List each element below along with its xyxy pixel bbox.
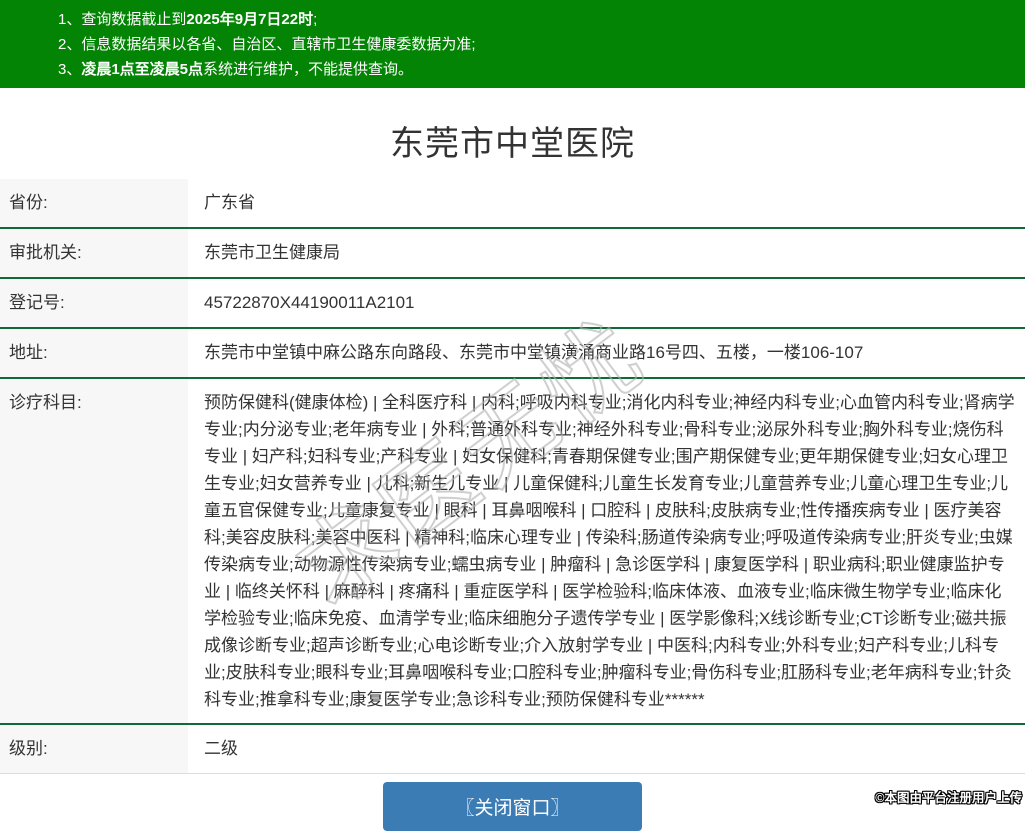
notice-text-bold: 凌晨1点至凌晨5点 bbox=[81, 61, 203, 78]
info-label: 省份: bbox=[0, 179, 188, 227]
info-label: 审批机关: bbox=[0, 229, 188, 277]
hospital-info-table: 省份: 广东省 审批机关: 东莞市卫生健康局 登记号: 45722870X441… bbox=[0, 179, 1025, 774]
notice-text: 查询数据截止到 bbox=[81, 11, 186, 28]
info-label: 级别: bbox=[0, 725, 188, 773]
info-row-medical-departments: 诊疗科目: 预防保健科(健康体检) | 全科医疗科 | 内科;呼吸内科专业;消化… bbox=[0, 379, 1025, 725]
info-value: 二级 bbox=[188, 725, 1025, 773]
button-row: 〖关闭窗口〗 bbox=[0, 782, 1025, 831]
info-value: 45722870X44190011A2101 bbox=[188, 279, 1025, 327]
info-label: 地址: bbox=[0, 329, 188, 377]
info-value: 广东省 bbox=[188, 179, 1025, 227]
page-title: 东莞市中堂医院 bbox=[0, 116, 1025, 165]
notice-number: 3、 bbox=[58, 61, 81, 78]
notice-banner: 1、查询数据截止到2025年9月7日22时; 2、信息数据结果以各省、自治区、直… bbox=[0, 0, 1025, 88]
notice-text: 系统进行维护，不能提供查询。 bbox=[203, 61, 413, 78]
info-label: 登记号: bbox=[0, 279, 188, 327]
notice-number: 2、 bbox=[58, 36, 81, 53]
info-value: 东莞市卫生健康局 bbox=[188, 229, 1025, 277]
info-row-address: 地址: 东莞市中堂镇中麻公路东向路段、东莞市中堂镇潢涌商业路16号四、五楼，一楼… bbox=[0, 329, 1025, 379]
image-attribution: ©本图由平台注册用户上传 bbox=[875, 787, 1022, 806]
notice-item: 1、查询数据截止到2025年9月7日22时; bbox=[58, 7, 1015, 32]
info-value: 预防保健科(健康体检) | 全科医疗科 | 内科;呼吸内科专业;消化内科专业;神… bbox=[188, 379, 1025, 723]
notice-item: 2、信息数据结果以各省、自治区、直辖市卫生健康委数据为准; bbox=[58, 32, 1015, 57]
notice-number: 1、 bbox=[58, 11, 81, 28]
close-window-button[interactable]: 〖关闭窗口〗 bbox=[383, 782, 641, 831]
info-row-level: 级别: 二级 bbox=[0, 725, 1025, 774]
info-row-approval-authority: 审批机关: 东莞市卫生健康局 bbox=[0, 229, 1025, 279]
info-row-registration-number: 登记号: 45722870X44190011A2101 bbox=[0, 279, 1025, 329]
notice-item: 3、凌晨1点至凌晨5点系统进行维护，不能提供查询。 bbox=[58, 57, 1015, 82]
info-row-province: 省份: 广东省 bbox=[0, 179, 1025, 229]
notice-text: ; bbox=[313, 11, 317, 28]
notice-text: 信息数据结果以各省、自治区、直辖市卫生健康委数据为准; bbox=[81, 36, 475, 53]
info-value: 东莞市中堂镇中麻公路东向路段、东莞市中堂镇潢涌商业路16号四、五楼，一楼106-… bbox=[188, 329, 1025, 377]
notice-text-bold: 2025年9月7日22时 bbox=[186, 11, 313, 28]
info-label: 诊疗科目: bbox=[0, 379, 188, 723]
